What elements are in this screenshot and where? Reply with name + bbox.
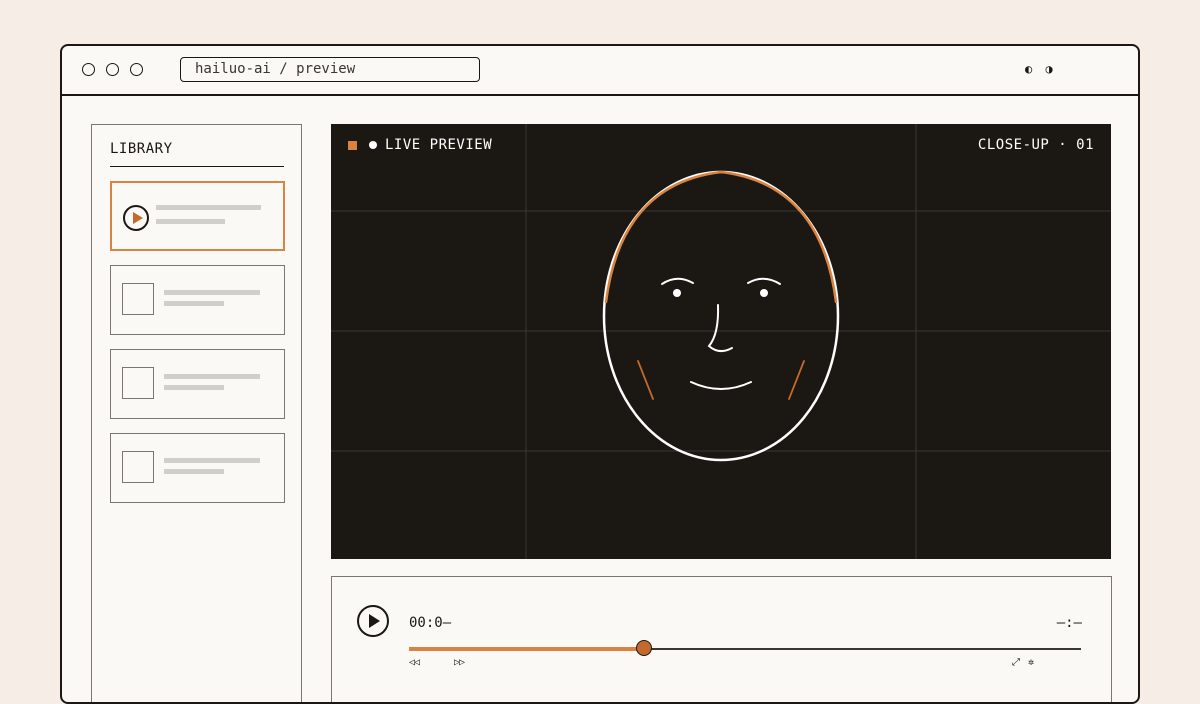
player-controls: 00:0— —:— ◁◁ ▷▷ ⤢ ✲ xyxy=(331,576,1112,702)
play-icon xyxy=(369,614,380,628)
duration: —:— xyxy=(1056,615,1082,631)
library-item-1[interactable] xyxy=(110,181,285,251)
library-sidebar: LIBRARY xyxy=(91,124,302,702)
thumbnail-placeholder xyxy=(122,451,154,483)
library-item-4[interactable] xyxy=(110,433,285,503)
video-preview[interactable]: LIVE PREVIEW CLOSE-UP · 01 xyxy=(331,124,1111,559)
window-control-maximize[interactable] xyxy=(130,63,143,76)
library-item-2[interactable] xyxy=(110,265,285,335)
play-icon xyxy=(123,205,149,231)
title-placeholder-line xyxy=(164,290,260,295)
subtitle-placeholder-line xyxy=(164,385,224,390)
library-item-3[interactable] xyxy=(110,349,285,419)
title-placeholder-line xyxy=(156,205,261,210)
window-control-close[interactable] xyxy=(82,63,95,76)
library-title: LIBRARY xyxy=(110,141,173,157)
window-control-minimize[interactable] xyxy=(106,63,119,76)
address-bar[interactable]: hailuo-ai / preview xyxy=(180,57,480,82)
live-indicator: LIVE PREVIEW xyxy=(348,137,492,153)
fullscreen-icon[interactable]: ⤢ xyxy=(1012,657,1020,668)
seek-bar-progress xyxy=(409,647,645,651)
subtitle-placeholder-line xyxy=(156,219,225,224)
preview-canvas xyxy=(331,124,1111,559)
thumbnail-placeholder xyxy=(122,283,154,315)
thumbnail-placeholder xyxy=(122,367,154,399)
rewind-icon[interactable]: ◁◁ xyxy=(409,657,420,668)
face-drawing xyxy=(602,170,840,462)
settings-icon[interactable]: ✲ xyxy=(1028,657,1034,668)
subtitle-placeholder-line xyxy=(164,469,224,474)
seek-handle[interactable] xyxy=(636,640,653,656)
browser-window: hailuo-ai / preview ◐ ◑ LIBRARY LIVE PRE… xyxy=(60,44,1140,704)
live-dot-icon xyxy=(369,141,377,149)
composition-grid xyxy=(331,124,1111,559)
fast-forward-icon[interactable]: ▷▷ xyxy=(454,657,465,668)
title-bar: hailuo-ai / preview ◐ ◑ xyxy=(62,46,1138,96)
play-button[interactable] xyxy=(357,605,389,637)
subtitle-placeholder-line xyxy=(164,301,224,306)
current-time: 00:0— xyxy=(409,615,452,631)
theme-toggle-icon[interactable]: ◐ ◑ xyxy=(1025,62,1056,76)
library-divider xyxy=(110,166,284,167)
record-square-icon xyxy=(348,140,357,150)
shot-label: CLOSE-UP · 01 xyxy=(977,137,1094,153)
live-label: LIVE PREVIEW xyxy=(385,137,493,153)
title-placeholder-line xyxy=(164,458,260,463)
title-placeholder-line xyxy=(164,374,260,379)
seek-bar[interactable] xyxy=(409,640,1081,656)
